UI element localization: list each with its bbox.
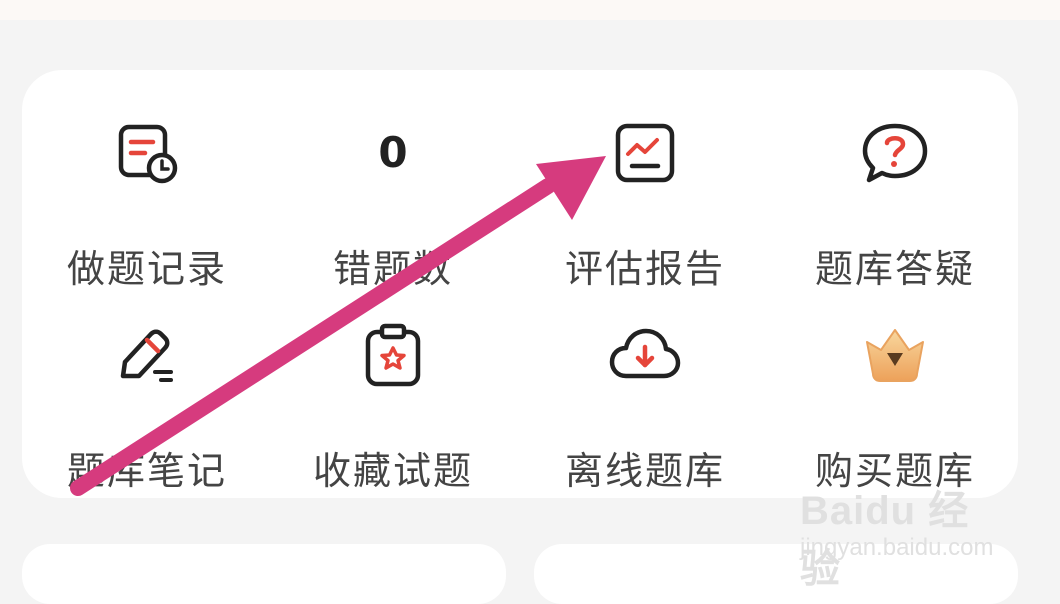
grid-item-buy-bank[interactable]: 购买题库 <box>770 310 1020 493</box>
grid-item-wrong-count[interactable]: 0 错题数 <box>268 108 518 291</box>
chart-report-icon <box>615 123 675 183</box>
record-clock-icon <box>118 124 178 184</box>
menu-card: 做题记录 0 错题数 评估报告 题库答疑 题库笔记 收藏试题 离线题库 购买题库 <box>22 70 1018 498</box>
grid-item-question-bank-qa[interactable]: 题库答疑 <box>770 108 1020 291</box>
grid-item-label: 题库笔记 <box>66 449 227 493</box>
clipboard-star-icon <box>365 323 421 387</box>
grid-item-notes[interactable]: 题库笔记 <box>22 310 272 493</box>
watermark-url: jingyan.baidu.com <box>800 534 994 561</box>
grid-item-label: 做题记录 <box>66 247 227 291</box>
top-strip <box>0 0 1060 20</box>
question-bubble-icon <box>862 123 928 183</box>
grid-item-practice-record[interactable]: 做题记录 <box>22 108 272 291</box>
grid-item-label: 题库答疑 <box>814 247 975 291</box>
baidu-watermark: Baidu 经验 jingyan.baidu.com <box>800 478 1000 591</box>
crown-icon <box>866 329 924 382</box>
grid-item-label: 离线题库 <box>564 449 725 493</box>
grid-item-assessment-report[interactable]: 评估报告 <box>520 108 770 291</box>
grid-item-favorites[interactable]: 收藏试题 <box>268 310 518 493</box>
grid-item-label: 收藏试题 <box>312 449 473 493</box>
bottom-card-left[interactable] <box>22 544 506 604</box>
grid-item-label: 错题数 <box>332 247 453 291</box>
grid-item-label: 评估报告 <box>564 247 725 291</box>
cloud-download-icon <box>609 328 681 379</box>
grid-item-offline-bank[interactable]: 离线题库 <box>520 310 770 493</box>
wrong-count-value: 0 <box>378 128 408 177</box>
pencil-note-icon <box>120 329 173 382</box>
